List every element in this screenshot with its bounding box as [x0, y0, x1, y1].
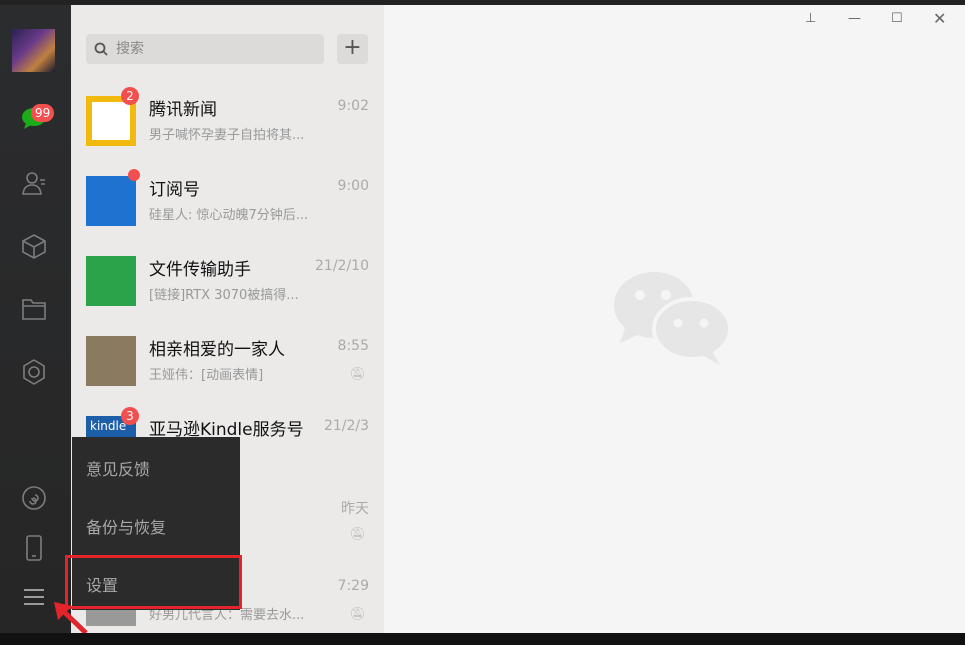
unread-dot — [128, 169, 140, 181]
chat-item[interactable]: 订阅号 9:00 硅星人: 惊心动魄7分钟后... — [71, 165, 384, 245]
unread-badge: 3 — [121, 407, 139, 425]
maximize-icon[interactable]: ☐ — [891, 11, 903, 26]
chat-preview: 王娅伟：[动画表情] — [149, 368, 264, 383]
files-icon[interactable] — [20, 295, 48, 323]
chat-avatar — [86, 256, 136, 306]
chat-time: 8:55 — [337, 338, 369, 354]
chat-avatar — [86, 176, 136, 226]
chat-preview: 男子喊怀孕妻子自拍将其... — [149, 128, 305, 143]
chat-name: 订阅号 — [149, 180, 200, 200]
search-input[interactable]: 搜索 — [86, 34, 324, 64]
chat-time: 21/2/3 — [323, 418, 369, 434]
chat-time: 21/2/10 — [315, 258, 369, 274]
unread-badge: 2 — [121, 87, 139, 105]
chat-name: 腾讯新闻 — [149, 100, 217, 120]
avatar-label: kindle — [90, 419, 127, 433]
chat-area: ⊥ — ☐ ✕ — [384, 5, 965, 633]
mute-icon: 🔕︎ — [349, 367, 366, 382]
wechat-logo-icon — [614, 272, 732, 365]
search-icon — [94, 42, 108, 56]
mute-icon: 🔕︎ — [349, 607, 366, 622]
sidebar: 99 — [0, 5, 71, 633]
chat-item[interactable]: 文件传输助手 21/2/10 [链接]RTX 3070被搞得... — [71, 245, 384, 325]
chat-item[interactable]: 相亲相爱的一家人 8:55 王娅伟：[动画表情] 🔕︎ — [71, 325, 384, 405]
chat-name: 相亲相爱的一家人 — [149, 340, 285, 360]
chat-preview: [链接]RTX 3070被搞得... — [149, 288, 299, 303]
chat-time: 昨天 — [341, 501, 369, 517]
moments-icon[interactable] — [20, 358, 48, 386]
contacts-icon[interactable] — [20, 169, 48, 197]
menu-item-backup[interactable]: 备份与恢复 — [86, 514, 166, 538]
annotation-arrow — [54, 602, 88, 633]
phone-icon[interactable] — [20, 534, 48, 562]
menu-item-feedback[interactable]: 意见反馈 — [86, 456, 150, 480]
chat-preview: 硅星人: 惊心动魄7分钟后... — [149, 208, 309, 223]
chat-avatar — [86, 336, 136, 386]
chat-name: 文件传输助手 — [149, 260, 251, 280]
close-icon[interactable]: ✕ — [933, 9, 946, 28]
messages-badge: 99 — [31, 104, 55, 122]
add-button[interactable]: + — [337, 34, 368, 64]
chat-time: 9:02 — [337, 98, 369, 114]
chat-item[interactable]: 2 腾讯新闻 9:02 男子喊怀孕妻子自拍将其... — [71, 85, 384, 165]
user-avatar[interactable] — [12, 29, 55, 72]
pin-icon[interactable]: ⊥ — [805, 11, 816, 26]
minimize-icon[interactable]: — — [848, 11, 861, 26]
chat-time: 9:00 — [337, 178, 369, 194]
favorites-icon[interactable] — [20, 232, 48, 260]
mini-program-icon[interactable] — [20, 484, 48, 512]
chat-time: 7:29 — [337, 578, 369, 594]
mute-icon: 🔕︎ — [349, 527, 366, 542]
menu-icon[interactable] — [20, 583, 48, 611]
